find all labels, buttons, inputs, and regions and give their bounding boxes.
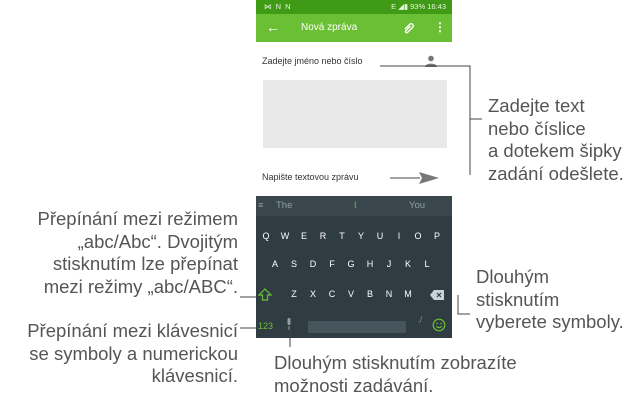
leader-line-recipient [380, 65, 471, 175]
annotation-send: Zadejte text nebo číslice a dotekem šipk… [488, 95, 624, 184]
annotation-shift: Přepínání mezi režimem „abc/Abc“. Dvojit… [37, 208, 238, 297]
annotation-symbols: Dlouhým stisknutím vyberete symboly. [476, 266, 624, 332]
leader-line-symbols [457, 295, 470, 315]
annotation-input-options: Dlouhým stisknutím zobrazíte možnosti za… [274, 352, 517, 396]
annotation-numeric: Přepínání mezi klávesnicí se symboly a n… [27, 320, 238, 386]
